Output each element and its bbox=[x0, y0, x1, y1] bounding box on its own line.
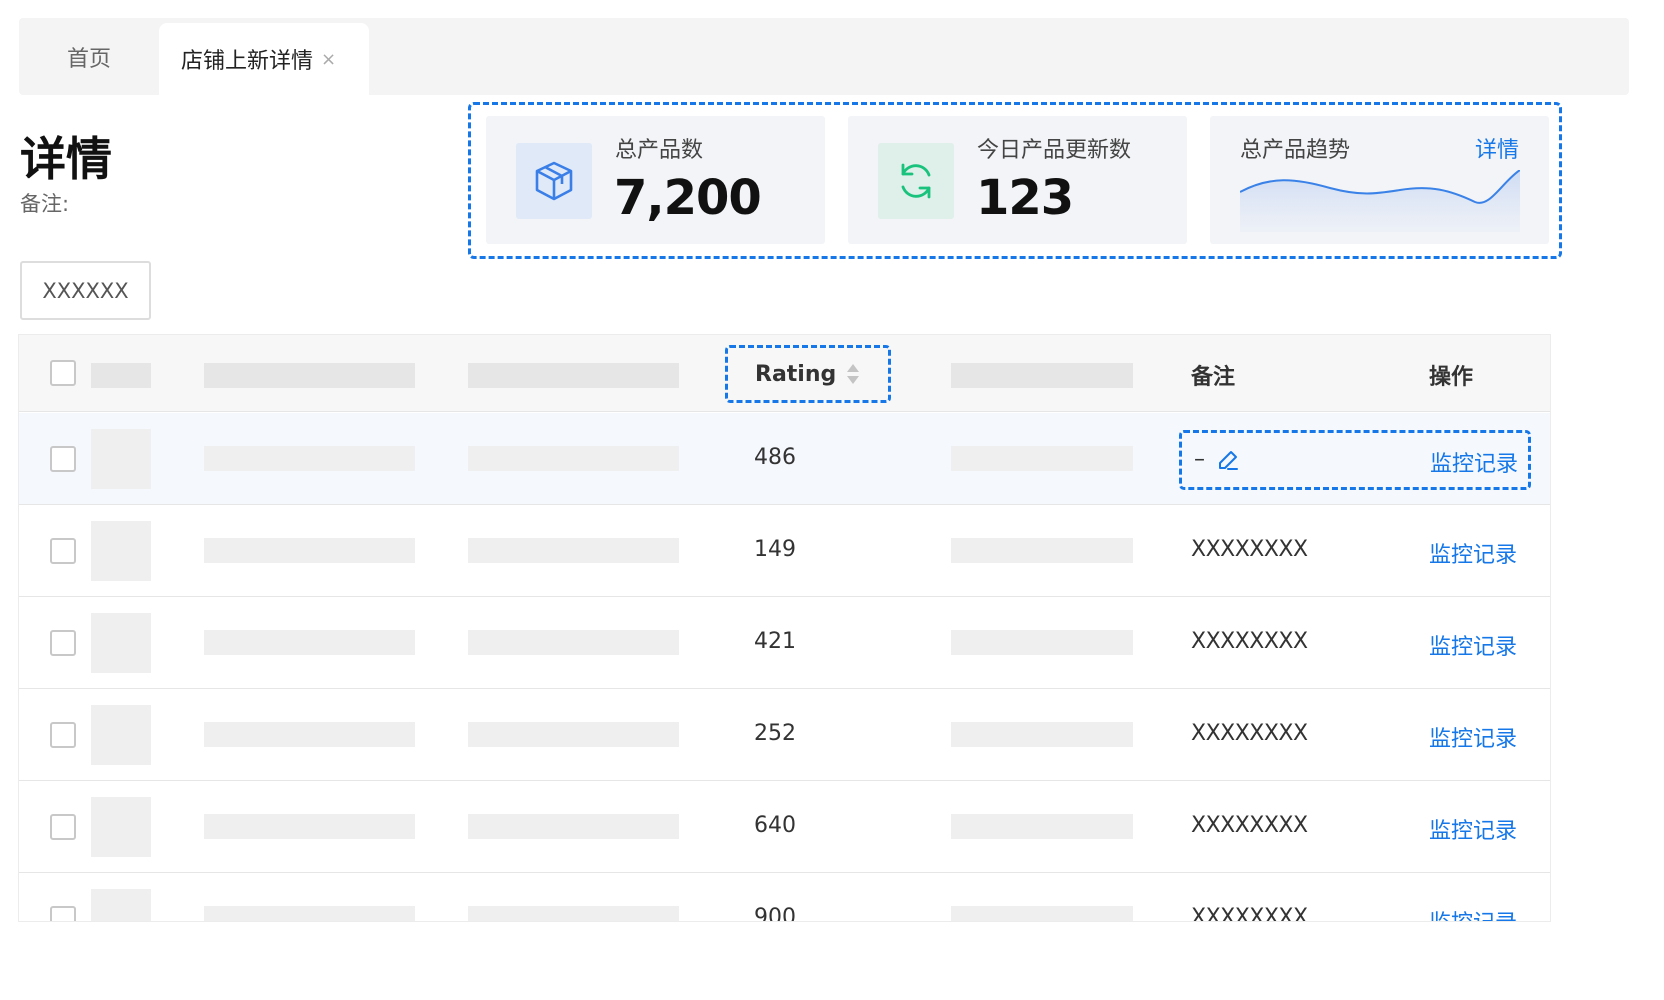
product-thumbnail bbox=[91, 889, 151, 921]
rating-cell: 486 bbox=[754, 445, 796, 470]
table-row: 486 – 监控记录 bbox=[19, 413, 1550, 505]
cell-placeholder bbox=[204, 906, 415, 921]
row-checkbox[interactable] bbox=[50, 906, 76, 921]
table-row: 149 XXXXXXXX 监控记录 bbox=[19, 505, 1550, 597]
cell-placeholder bbox=[468, 538, 679, 563]
cell-placeholder bbox=[951, 906, 1133, 921]
cell-placeholder bbox=[204, 814, 415, 839]
select-all-checkbox[interactable] bbox=[50, 360, 76, 386]
cell-placeholder bbox=[951, 722, 1133, 747]
cell-placeholder bbox=[204, 538, 415, 563]
note-cell: – bbox=[1194, 447, 1205, 472]
product-thumbnail bbox=[91, 429, 151, 489]
rating-cell: 421 bbox=[754, 629, 796, 654]
tab-home-label: 首页 bbox=[66, 46, 111, 72]
header-placeholder bbox=[204, 363, 415, 388]
table-row: 421 XXXXXXXX 监控记录 bbox=[19, 597, 1550, 689]
cell-placeholder bbox=[468, 630, 679, 655]
cell-placeholder bbox=[204, 446, 415, 471]
row-checkbox[interactable] bbox=[50, 814, 76, 840]
today-updates-value: 123 bbox=[976, 170, 1074, 226]
trend-label: 总产品趋势 bbox=[1240, 138, 1351, 163]
table-header: Rating 备注 操作 bbox=[19, 335, 1550, 412]
rating-cell: 900 bbox=[754, 905, 796, 922]
header-placeholder bbox=[91, 363, 151, 388]
row-checkbox[interactable] bbox=[50, 538, 76, 564]
note-column-header: 备注 bbox=[1191, 365, 1236, 390]
note-cell: XXXXXXXX bbox=[1191, 721, 1308, 746]
monitor-record-link[interactable]: 监控记录 bbox=[1429, 537, 1517, 569]
header-placeholder bbox=[951, 363, 1133, 388]
tab-bar: 首页 店铺上新详情 × bbox=[19, 18, 1629, 95]
today-updates-card: 今日产品更新数 123 bbox=[848, 116, 1187, 244]
note-edit-highlight: – 监控记录 bbox=[1179, 430, 1531, 490]
header-placeholder bbox=[468, 363, 679, 388]
sort-icon[interactable] bbox=[846, 362, 860, 386]
pencil-icon[interactable] bbox=[1217, 449, 1239, 475]
tab-shop-new-detail[interactable]: 店铺上新详情 × bbox=[159, 23, 369, 95]
cell-placeholder bbox=[204, 630, 415, 655]
row-checkbox[interactable] bbox=[50, 446, 76, 472]
monitor-record-link[interactable]: 监控记录 bbox=[1429, 721, 1517, 753]
rating-header-label: Rating bbox=[755, 361, 837, 387]
cell-placeholder bbox=[204, 722, 415, 747]
trend-card: 总产品趋势 详情 bbox=[1210, 116, 1549, 244]
monitor-record-link[interactable]: 监控记录 bbox=[1429, 629, 1517, 661]
table-row: 252 XXXXXXXX 监控记录 bbox=[19, 689, 1550, 781]
cell-placeholder bbox=[951, 446, 1133, 471]
trend-detail-link[interactable]: 详情 bbox=[1475, 132, 1519, 164]
rating-cell: 149 bbox=[754, 537, 796, 562]
cell-placeholder bbox=[468, 446, 679, 471]
monitor-record-link[interactable]: 监控记录 bbox=[1430, 446, 1518, 478]
action-column-header: 操作 bbox=[1429, 365, 1474, 390]
note-cell: XXXXXXXX bbox=[1191, 629, 1308, 654]
cell-placeholder bbox=[951, 630, 1133, 655]
note-cell: XXXXXXXX bbox=[1191, 537, 1308, 562]
page-title: 详情 bbox=[20, 132, 112, 186]
total-products-card: 总产品数 7,200 bbox=[486, 116, 825, 244]
total-products-label: 总产品数 bbox=[615, 138, 704, 163]
products-table: Rating 备注 操作 486 – 监控记录 149 XXXXXXXX 监控记… bbox=[18, 334, 1551, 922]
cell-placeholder bbox=[468, 722, 679, 747]
cell-placeholder bbox=[951, 814, 1133, 839]
row-checkbox[interactable] bbox=[50, 722, 76, 748]
total-products-value: 7,200 bbox=[614, 170, 762, 226]
cell-placeholder bbox=[468, 906, 679, 921]
rating-cell: 640 bbox=[754, 813, 796, 838]
row-checkbox[interactable] bbox=[50, 630, 76, 656]
table-row: 900 XXXXXXXX 监控记录 bbox=[19, 873, 1550, 922]
trend-sparkline bbox=[1240, 170, 1520, 232]
monitor-record-link[interactable]: 监控记录 bbox=[1429, 813, 1517, 845]
note-label: 备注: bbox=[20, 192, 70, 216]
product-thumbnail bbox=[91, 521, 151, 581]
today-updates-label: 今日产品更新数 bbox=[977, 138, 1132, 163]
note-cell: XXXXXXXX bbox=[1191, 813, 1308, 838]
refresh-icon bbox=[878, 143, 954, 219]
close-icon[interactable]: × bbox=[321, 49, 336, 70]
note-cell: XXXXXXXX bbox=[1191, 905, 1308, 922]
tab-home[interactable]: 首页 bbox=[19, 18, 159, 95]
rating-column-header[interactable]: Rating bbox=[725, 345, 891, 403]
tab-shop-new-detail-label: 店铺上新详情 bbox=[181, 49, 314, 74]
monitor-record-link[interactable]: 监控记录 bbox=[1429, 905, 1517, 921]
product-thumbnail bbox=[91, 705, 151, 765]
rating-cell: 252 bbox=[754, 721, 796, 746]
cell-placeholder bbox=[951, 538, 1133, 563]
cell-placeholder bbox=[468, 814, 679, 839]
table-row: 640 XXXXXXXX 监控记录 bbox=[19, 781, 1550, 873]
filter-button[interactable]: XXXXXX bbox=[20, 261, 151, 320]
product-thumbnail bbox=[91, 613, 151, 673]
box-icon bbox=[516, 143, 592, 219]
product-thumbnail bbox=[91, 797, 151, 857]
